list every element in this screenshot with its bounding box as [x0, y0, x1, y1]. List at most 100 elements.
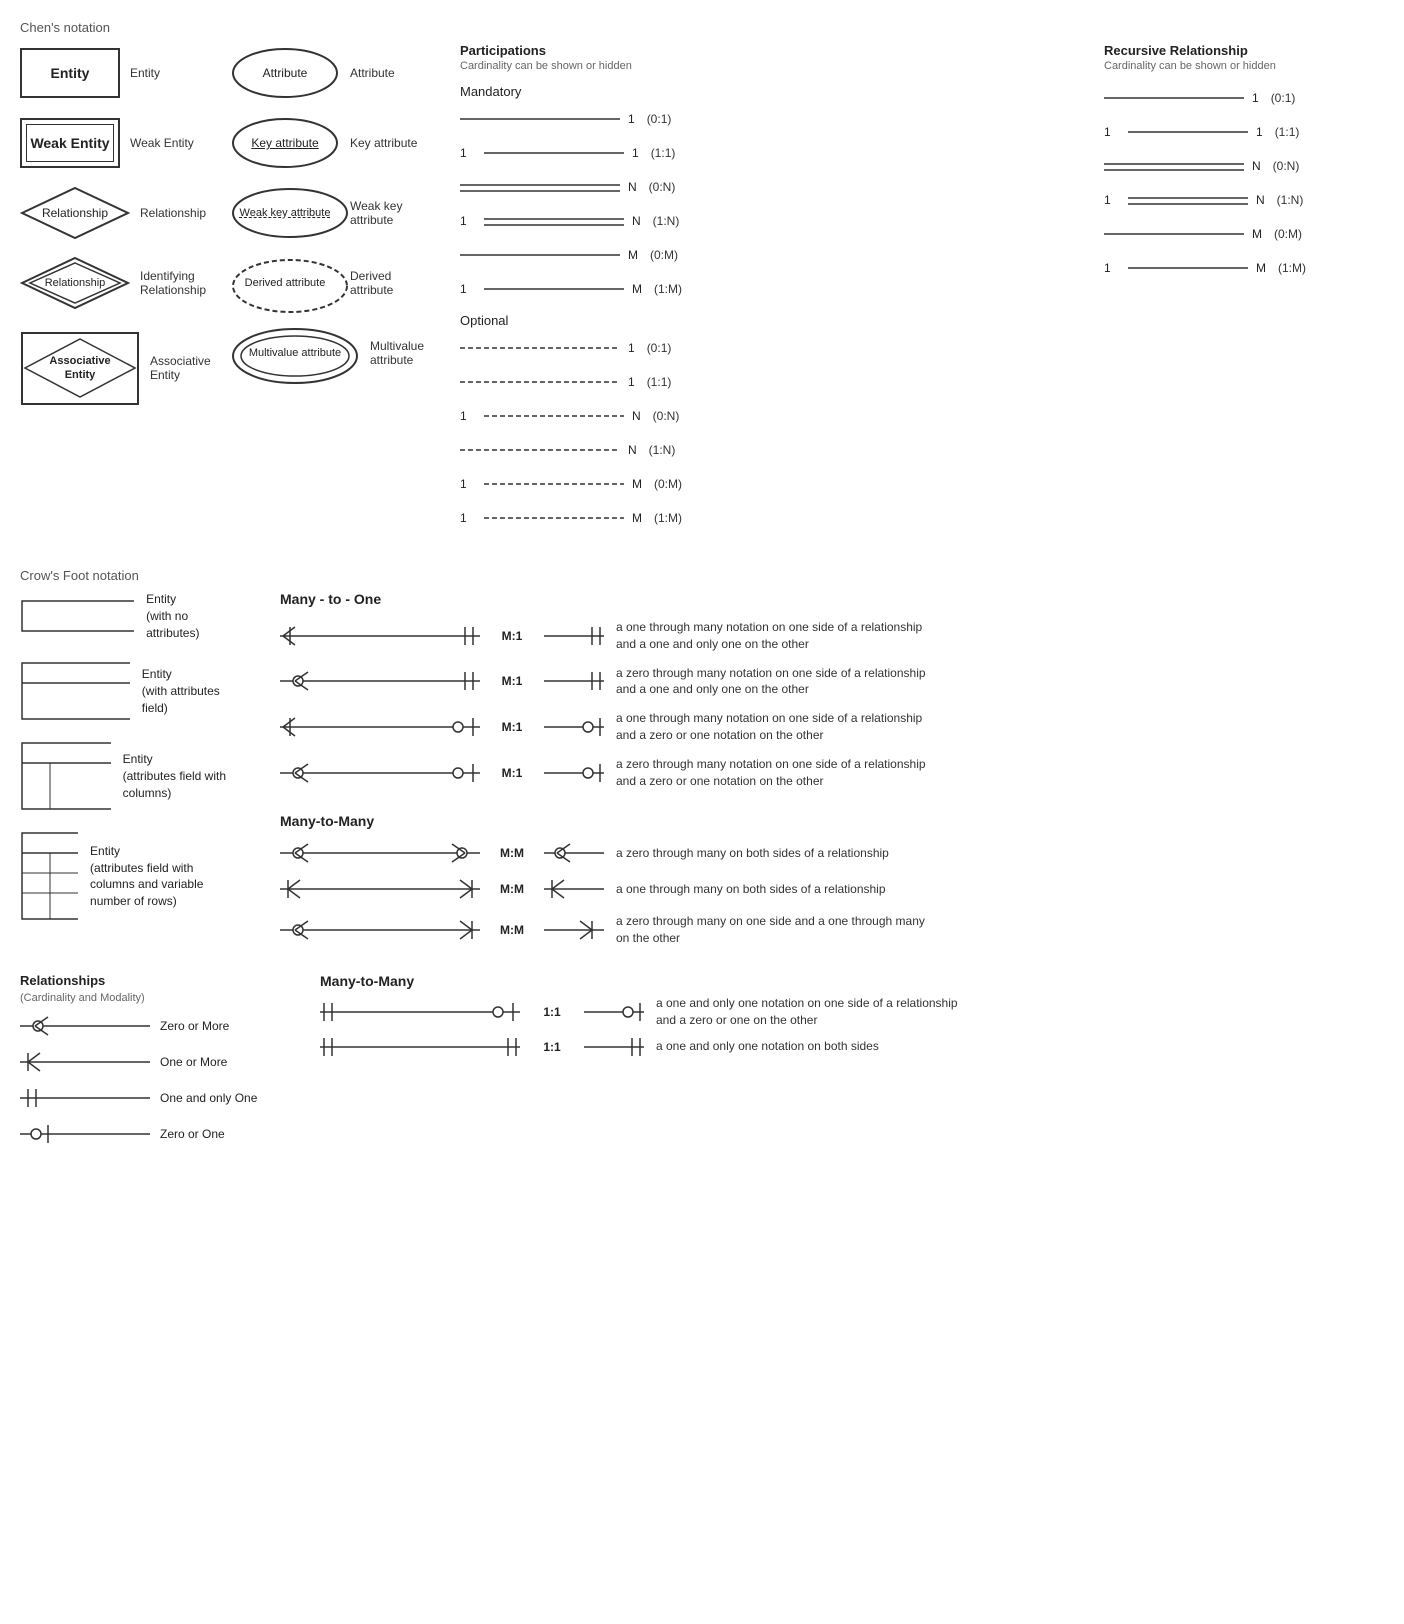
mandatory-0M-svg	[460, 245, 620, 265]
chens-title: Chen's notation	[20, 20, 1384, 35]
optional-1M-svg	[484, 508, 624, 528]
optional-1M-code: (1:M)	[654, 511, 682, 525]
mandatory-1N-code: (1:N)	[653, 214, 680, 228]
relationship-shape: Relationship	[20, 186, 130, 241]
derived-attribute-shape: Derived attribute	[230, 256, 340, 311]
recursive-11-code: (1:1)	[1275, 125, 1300, 139]
chens-section: Chen's notation Entity Entity Weak Entit…	[20, 20, 1384, 538]
crow-mm-1-svg	[280, 841, 480, 865]
crow-mm-row2: M:M a one through many on both sides of …	[280, 877, 1384, 901]
rel-one-only-svg	[20, 1086, 150, 1110]
recursive-0N-svg	[1104, 156, 1244, 176]
derived-attribute-text-label: Derived attribute	[350, 269, 430, 297]
chens-middle-column: Attribute Attribute Key attribute Key at…	[210, 43, 430, 383]
assoc-entity-shape: AssociativeEntity	[20, 331, 140, 406]
crows-entity-3-label: Entity(attributes field with columns)	[123, 751, 240, 801]
recursive-0N: N (0:N)	[1104, 152, 1384, 180]
crow-m1-1-svg	[280, 624, 480, 648]
mandatory-0N-right: N	[628, 180, 637, 194]
crows-entity-1-item: Entity(with no attributes)	[20, 591, 240, 641]
crow-mm-1-label: M:M	[492, 846, 532, 860]
crows-entity-4-label: Entity(attributes field with columns and…	[90, 843, 240, 910]
recursive-1N: 1 N (1:N)	[1104, 186, 1384, 214]
part-optional-01: 1 (0:1)	[460, 334, 1084, 362]
key-attribute-item: Key attribute Key attribute	[230, 113, 430, 173]
crows-relationships-legend: Relationships (Cardinality and Modality)…	[20, 973, 280, 1158]
recursive-0M: M (0:M)	[1104, 220, 1384, 248]
rel-one-only-item: One and only One	[20, 1086, 280, 1110]
relationship-item: Relationship Relationship	[20, 183, 210, 243]
weak-entity-text-label: Weak Entity	[130, 136, 194, 150]
crow-11-2-svg	[320, 1035, 520, 1059]
id-relationship-text-label: Identifying Relationship	[140, 269, 210, 297]
relationship-text-label: Relationship	[140, 206, 206, 220]
optional-1N-right: N	[628, 443, 637, 457]
part-mandatory-1N: 1 N (1:N)	[460, 207, 1084, 235]
optional-11-svg	[460, 372, 620, 392]
optional-01-svg	[460, 338, 620, 358]
id-relationship-shape: Relationship	[20, 256, 130, 311]
crows-entity-2-label: Entity(with attributes field)	[142, 666, 240, 716]
rel-one-or-more-item: One or More	[20, 1050, 280, 1074]
crow-11-2-right-svg	[584, 1035, 644, 1059]
part-optional-1M: 1 M (1:M)	[460, 504, 1084, 532]
derived-attribute-item: Derived attribute Derived attribute	[230, 253, 430, 313]
crow-m1-4-label: M:1	[492, 766, 532, 780]
weak-key-attribute-shape: Weak key attribute	[230, 186, 340, 241]
weak-entity-shape: Weak Entity	[20, 118, 120, 168]
assoc-entity-item: AssociativeEntity Associative Entity	[20, 323, 210, 413]
crow-m1-2-desc: a zero through many notation on one side…	[616, 665, 936, 699]
recursive-01-svg	[1104, 88, 1244, 108]
rel-zero-or-one-item: Zero or One	[20, 1122, 280, 1146]
mandatory-0M-code: (0:M)	[650, 248, 678, 262]
participations-title: Participations	[460, 43, 1084, 58]
mandatory-1M-code: (1:M)	[654, 282, 682, 296]
id-relationship-shape-label: Relationship	[45, 277, 106, 289]
crows-entities-column: Entity(with no attributes) Entity(with a…	[20, 591, 240, 921]
crows-entity-1-label: Entity(with no attributes)	[146, 591, 240, 641]
assoc-entity-shape-label: AssociativeEntity	[49, 354, 110, 383]
entity-label: Entity	[51, 65, 90, 81]
assoc-entity-text-label: Associative Entity	[150, 354, 211, 382]
crows-title: Crow's Foot notation	[20, 568, 1384, 583]
optional-0N-right: N	[632, 409, 641, 423]
crow-m1-1-right-svg	[544, 624, 604, 648]
optional-01-right: 1	[628, 341, 635, 355]
entity-text-label: Entity	[130, 66, 160, 80]
optional-1M-left: 1	[460, 511, 476, 525]
mandatory-11-svg	[484, 143, 624, 163]
recursive-1M: 1 M (1:M)	[1104, 254, 1384, 282]
crow-11-1-label: 1:1	[532, 1005, 572, 1019]
crows-right-column: Many - to - One M:1	[280, 591, 1384, 953]
recursive-1N-right: N	[1256, 193, 1265, 207]
crow-mm-2-label: M:M	[492, 882, 532, 896]
recursive-0N-code: (0:N)	[1273, 159, 1300, 173]
part-mandatory-0N: N (0:N)	[460, 173, 1084, 201]
multivalue-attribute-shape-label: Multivalue attribute	[249, 347, 341, 359]
crows-entity-2-svg	[20, 661, 130, 721]
crows-entity-4-svg	[20, 831, 78, 921]
crow-m1-3-right-svg	[544, 715, 604, 739]
crow-11-1-right-svg	[584, 1000, 644, 1024]
key-attribute-shape-label: Key attribute	[251, 136, 318, 150]
crow-m1-row1: M:1 a one through many notation on one s…	[280, 619, 1384, 653]
optional-01-code: (0:1)	[647, 341, 672, 355]
multivalue-attribute-text-label: Multivalue attribute	[370, 339, 430, 367]
crow-11-1-svg	[320, 1000, 520, 1024]
crows-bottom-row: Relationships (Cardinality and Modality)…	[20, 973, 1384, 1158]
mandatory-0N-svg	[460, 177, 620, 197]
main-container: Chen's notation Entity Entity Weak Entit…	[20, 20, 1384, 1158]
recursive-1M-svg	[1128, 258, 1248, 278]
mandatory-0N-code: (0:N)	[649, 180, 676, 194]
crows-entity-2-item: Entity(with attributes field)	[20, 661, 240, 721]
crow-mm-3-desc: a zero through many on one side and a on…	[616, 913, 936, 947]
rel-zero-or-one-svg	[20, 1122, 150, 1146]
mandatory-11-left: 1	[460, 146, 476, 160]
crow-m1-row3: M:1 a one through many notation on one s…	[280, 710, 1384, 744]
recursive-1N-svg	[1128, 190, 1248, 210]
recursive-0N-right: N	[1252, 159, 1261, 173]
mandatory-01-svg	[460, 109, 620, 129]
entity-shape: Entity	[20, 48, 120, 98]
optional-0M-left: 1	[460, 477, 476, 491]
mandatory-1N-svg	[484, 211, 624, 231]
